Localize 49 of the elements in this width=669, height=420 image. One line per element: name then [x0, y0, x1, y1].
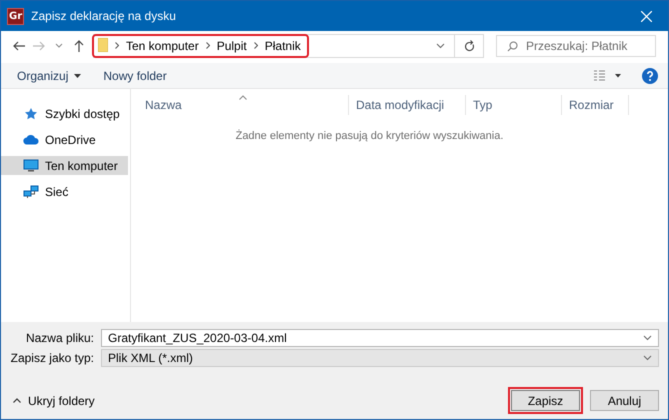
chevron-up-icon [13, 398, 21, 403]
toolbar-button[interactable]: Nowy folder [95, 66, 175, 86]
field-label: Nazwa pliku: [24, 331, 95, 345]
dialog-button[interactable]: Anuluj [590, 390, 659, 411]
search-icon [507, 40, 518, 52]
column-header[interactable]: Nazwa [131, 95, 349, 115]
sidebar-item[interactable]: Sieć [1, 182, 128, 201]
close-icon[interactable] [640, 10, 652, 22]
dialog-button[interactable]: Zapisz [511, 390, 580, 411]
column-header[interactable]: Rozmiar [562, 95, 629, 115]
star-icon [24, 106, 38, 120]
field-label: Zapisz jako typ: [10, 351, 95, 365]
chevron-down-icon [643, 355, 652, 361]
file-type-dropdown[interactable]: Plik XML (*.xml) [101, 349, 659, 367]
sidebar-item[interactable]: Szybki dostęp [1, 104, 128, 123]
sidebar-item-label: Sieć [45, 184, 68, 198]
refresh-icon[interactable] [464, 40, 474, 52]
chevron-right-icon [206, 42, 210, 48]
help-icon[interactable] [642, 68, 658, 84]
chevron-right-icon [254, 42, 258, 48]
folder-icon [98, 38, 108, 52]
column-header[interactable]: Typ [466, 95, 562, 115]
breadcrumb-item[interactable]: Pulpit [216, 39, 247, 53]
chevron-right-icon [115, 42, 119, 48]
window-title: Zapisz deklarację na dysku [31, 9, 177, 23]
view-options-icon[interactable] [594, 70, 622, 81]
search-field[interactable]: Przeszukaj: Płatnik [496, 35, 656, 57]
file-name-field[interactable]: Gratyfikant_ZUS_2020-03-04.xml [101, 329, 659, 347]
sort-up-icon [239, 95, 247, 100]
chevron-down-icon [643, 335, 652, 341]
back-arrow-icon[interactable] [12, 39, 26, 53]
sidebar-item-label: Szybki dostęp [45, 106, 120, 120]
hide-folders-toggle[interactable]: Ukryj foldery [13, 394, 501, 408]
up-arrow-icon[interactable] [72, 39, 86, 53]
column-header[interactable]: Data modyfikacji [349, 95, 466, 115]
breadcrumb-item[interactable]: Płatnik [264, 39, 301, 53]
sidebar-item[interactable]: Ten komputer [1, 156, 128, 175]
empty-message: Żadne elementy nie pasują do kryteriów wyszukiwania. [234, 130, 504, 142]
monitor-icon [23, 159, 39, 172]
breadcrumb-item[interactable]: Ten komputer [126, 39, 199, 53]
app-icon: Gr [7, 8, 24, 24]
toolbar-button[interactable]: Organizuj [9, 66, 90, 86]
caret-icon [74, 74, 82, 78]
network-icon [23, 184, 39, 198]
chevron-down-icon[interactable] [436, 43, 444, 49]
sidebar-item[interactable]: OneDrive [1, 130, 128, 149]
cloud-icon [23, 134, 39, 145]
sidebar-item-label: OneDrive [45, 132, 96, 146]
sidebar-item-label: Ten komputer [45, 158, 118, 172]
